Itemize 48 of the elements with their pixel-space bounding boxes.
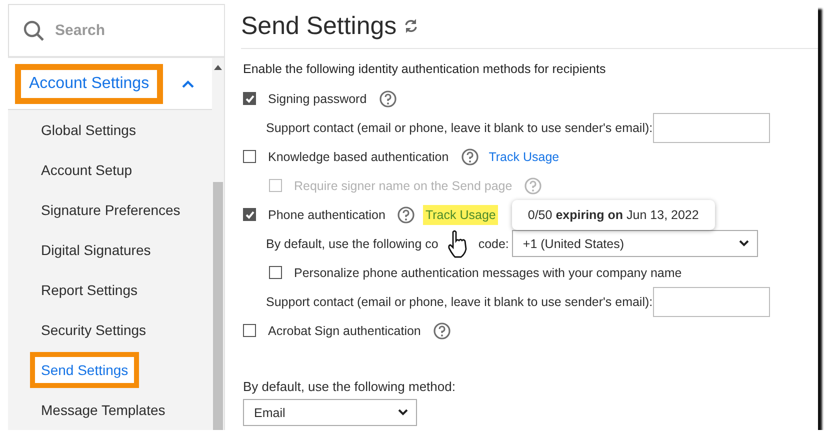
usage-tooltip: 0/50 expiring on Jun 13, 2022 bbox=[512, 200, 715, 230]
field-label: code: bbox=[478, 236, 509, 250]
field-label: By default, use the following co bbox=[266, 236, 438, 250]
field-label: By default, use the following method: bbox=[243, 379, 456, 394]
sidebar-item[interactable]: Send Settings bbox=[30, 352, 140, 388]
field-label: Support contact (email or phone, leave it blank to use sender's email): bbox=[266, 294, 653, 308]
section-heading: Enable the following identity authentication methods for recipients bbox=[243, 62, 607, 78]
option-label: Knowledge based authentication bbox=[268, 150, 449, 164]
help-icon bbox=[378, 90, 397, 108]
checkbox[interactable] bbox=[243, 324, 256, 337]
checkmark-icon bbox=[244, 94, 254, 104]
contact-field[interactable] bbox=[652, 112, 770, 142]
help-icon bbox=[397, 206, 416, 224]
track-usage-link[interactable]: Track Usage bbox=[486, 146, 562, 166]
checkbox[interactable] bbox=[243, 208, 256, 221]
refresh-icon bbox=[402, 18, 419, 34]
checkbox[interactable] bbox=[243, 150, 256, 163]
sidebar-item[interactable]: Global Settings bbox=[30, 112, 147, 148]
option-label: Require signer name on the Send page bbox=[294, 178, 512, 192]
search-icon bbox=[23, 20, 45, 42]
scroll-up-icon bbox=[214, 65, 222, 70]
sidebar-item[interactable]: Account Setup bbox=[30, 152, 144, 188]
sidebar-item[interactable]: Message Templates bbox=[30, 392, 176, 428]
option-label: Signing password bbox=[268, 92, 367, 106]
sidebar-item[interactable]: Report Settings bbox=[30, 272, 148, 308]
contact-field[interactable] bbox=[652, 286, 770, 316]
sidebar-item[interactable]: Signature Preferences bbox=[30, 192, 192, 228]
checkmark-icon bbox=[244, 210, 254, 220]
checkbox[interactable] bbox=[269, 266, 282, 279]
checkbox[interactable] bbox=[243, 92, 256, 105]
method-dropdown[interactable]: Email bbox=[243, 399, 417, 426]
field-label: Support contact (email or phone, leave it blank to use sender's email): bbox=[266, 120, 653, 134]
scrollbar-thumb[interactable] bbox=[213, 182, 223, 430]
option-label: Phone authentication bbox=[268, 208, 386, 222]
chevron-down-icon bbox=[738, 240, 749, 247]
chevron-down-icon bbox=[398, 409, 408, 416]
country-code-dropdown[interactable]: +1 (United States) bbox=[512, 230, 758, 257]
help-icon bbox=[432, 322, 451, 340]
sidebar-item[interactable]: Security Settings bbox=[30, 312, 158, 348]
help-icon bbox=[460, 148, 479, 166]
section-header[interactable]: Account Settings bbox=[15, 64, 164, 104]
help-icon bbox=[524, 176, 542, 194]
option-label: Acrobat Sign authentication bbox=[268, 324, 421, 338]
sidebar-item[interactable]: Digital Signatures bbox=[30, 232, 162, 268]
track-usage-link[interactable]: Track Usage bbox=[423, 204, 498, 224]
page-title: Send Settings bbox=[241, 12, 397, 40]
hand-cursor-icon bbox=[447, 230, 470, 258]
option-label: Personalize phone authentication messages with your company name bbox=[294, 266, 682, 280]
